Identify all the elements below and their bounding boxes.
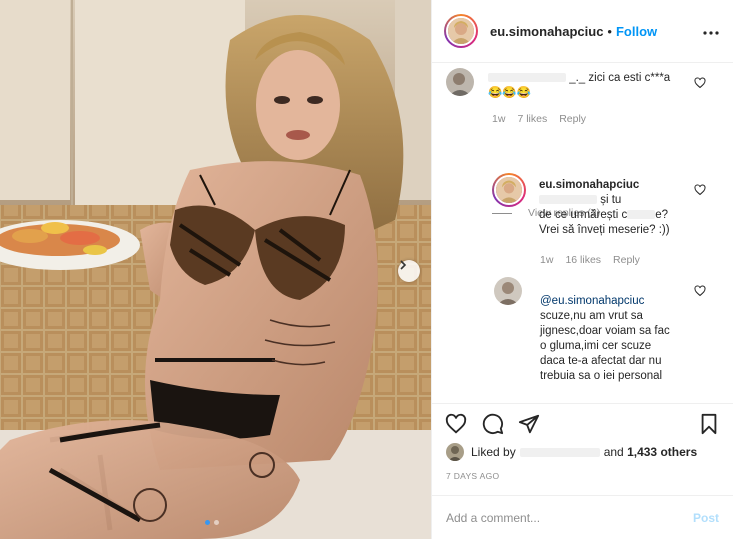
carousel-indicator bbox=[205, 520, 219, 525]
post-media[interactable] bbox=[0, 0, 431, 539]
reply-author-avatar[interactable] bbox=[492, 173, 526, 207]
comment-icon[interactable] bbox=[482, 413, 504, 435]
reply-text: eu.simonahapciuc și tu de ce urmărești c… bbox=[539, 179, 670, 236]
liker-avatar[interactable] bbox=[446, 443, 464, 461]
redacted-text bbox=[627, 210, 656, 220]
reply-author-avatar[interactable] bbox=[494, 277, 522, 305]
post-photo bbox=[0, 0, 431, 539]
reply-like-heart-icon[interactable] bbox=[694, 285, 706, 297]
commenter-avatar[interactable] bbox=[446, 68, 474, 96]
author-username[interactable]: eu.simonahapciuc bbox=[490, 24, 603, 39]
action-bar bbox=[432, 403, 733, 443]
post-sidebar: eu.simonahapciuc • Follow _._ zici ca es… bbox=[431, 0, 733, 539]
comment-likes[interactable]: 7 likes bbox=[517, 113, 547, 125]
post-date[interactable]: 7 DAYS AGO bbox=[446, 471, 499, 481]
comment-like-heart-icon[interactable] bbox=[694, 77, 706, 89]
paper-plane-icon[interactable] bbox=[518, 413, 540, 435]
liked-by-and: and bbox=[603, 445, 624, 459]
chevron-right-icon bbox=[400, 260, 407, 270]
more-horizontal-icon bbox=[703, 31, 719, 35]
bookmark-icon[interactable] bbox=[698, 413, 720, 435]
comment-text: _._ zici ca esti c***a 😂😂😂 bbox=[488, 72, 671, 99]
author-avatar[interactable] bbox=[444, 14, 478, 48]
reply-text: @eu.simonahapciuc scuze,nu am vrut sa ji… bbox=[540, 295, 670, 382]
redacted-text bbox=[539, 195, 597, 205]
reply-username[interactable]: eu.simonahapciuc bbox=[539, 179, 639, 191]
liked-by: Liked by and 1,433 others bbox=[446, 443, 697, 461]
reply-meta: 1w 16 likes Reply bbox=[540, 254, 640, 266]
reply-mention[interactable]: @eu.simonahapciuc bbox=[540, 295, 644, 307]
more-options-button[interactable] bbox=[703, 22, 719, 40]
replies-divider bbox=[492, 213, 512, 214]
likes-count[interactable]: 1,433 others bbox=[627, 445, 697, 459]
reply-time[interactable]: 1w bbox=[540, 254, 553, 266]
next-photo-button[interactable] bbox=[398, 260, 420, 282]
reply-button[interactable]: Reply bbox=[559, 113, 586, 125]
comment-input[interactable] bbox=[446, 510, 693, 525]
comment-time[interactable]: 1w bbox=[492, 113, 505, 125]
post-comment-button[interactable]: Post bbox=[693, 511, 719, 525]
reply-button[interactable]: Reply bbox=[613, 254, 640, 266]
reply-like-heart-icon[interactable] bbox=[694, 184, 706, 196]
heart-icon[interactable] bbox=[445, 413, 467, 435]
carousel-dot bbox=[214, 520, 219, 525]
reply-likes[interactable]: 16 likes bbox=[565, 254, 601, 266]
add-comment-bar: Post bbox=[432, 495, 733, 539]
carousel-dot bbox=[205, 520, 210, 525]
redacted-username bbox=[488, 73, 566, 83]
liked-by-prefix: Liked by bbox=[471, 445, 516, 459]
follow-button[interactable]: Follow bbox=[616, 24, 657, 39]
comment-meta: 1w 7 likes Reply bbox=[492, 113, 586, 125]
header-separator: • bbox=[607, 23, 612, 39]
comments-list: _._ zici ca esti c***a 😂😂😂 1w 7 likes Re… bbox=[432, 63, 733, 403]
emoji: 😂😂😂 bbox=[488, 87, 531, 99]
post-header: eu.simonahapciuc • Follow bbox=[432, 0, 733, 63]
redacted-liker bbox=[519, 447, 600, 457]
